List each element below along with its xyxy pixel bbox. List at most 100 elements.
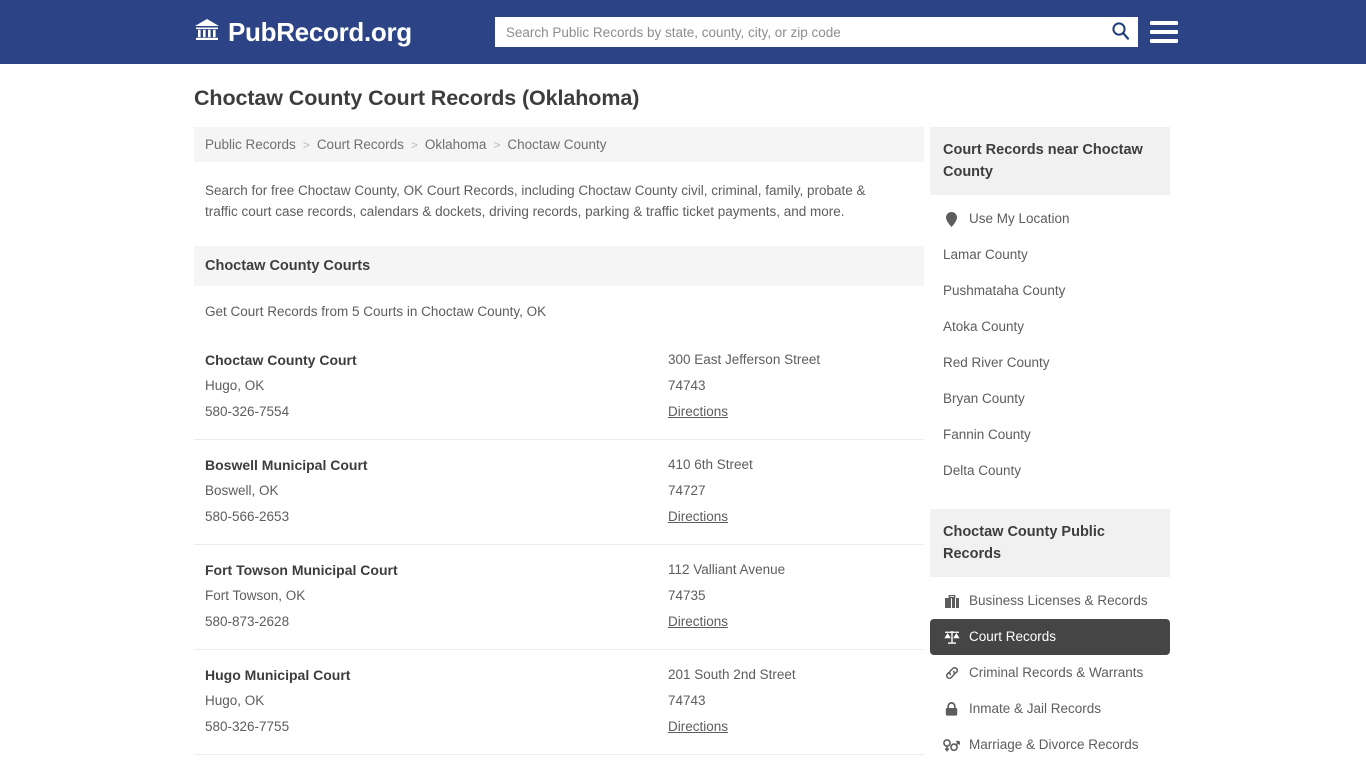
sidebar-item-inmate-jail-records[interactable]: Inmate & Jail Records: [930, 691, 1170, 727]
sidebar-item-label: Lamar County: [943, 247, 1028, 262]
directions-link[interactable]: Directions: [668, 399, 728, 425]
sidebar-item-business-licenses[interactable]: Business Licenses & Records: [930, 583, 1170, 619]
site-logo-link[interactable]: PubRecord.org: [194, 17, 412, 48]
court-address: 201 South 2nd Street: [668, 667, 796, 682]
breadcrumb-item-court-records[interactable]: Court Records: [317, 137, 404, 152]
map-pin-icon: [943, 211, 960, 227]
courts-list: Choctaw County Court Hugo, OK 580-326-75…: [194, 335, 924, 768]
court-city-state: Fort Towson, OK: [205, 588, 306, 603]
sidebar-item-label: Bryan County: [943, 391, 1025, 406]
page-title: Choctaw County Court Records (Oklahoma): [194, 86, 640, 110]
page-body: Choctaw County Court Records (Oklahoma) …: [0, 64, 1366, 768]
sidebar-item-court-records[interactable]: Court Records: [930, 619, 1170, 655]
sidebar-item-label: Court Records: [969, 629, 1057, 644]
court-city-state: Boswell, OK: [205, 483, 279, 498]
court-name: Choctaw County Court: [205, 352, 357, 368]
sidebar-item-label: Business Licenses & Records: [969, 593, 1148, 608]
search-bar[interactable]: [494, 17, 1138, 47]
sidebar-item-label: Fannin County: [943, 427, 1031, 442]
sidebar-item-label: Criminal Records & Warrants: [969, 665, 1144, 680]
breadcrumb: Public Records > Court Records > Oklahom…: [194, 127, 924, 162]
court-phone: 580-326-7554: [205, 404, 290, 419]
court-phone: 580-873-2628: [205, 614, 290, 629]
court-city-state: Hugo, OK: [205, 693, 265, 708]
page-intro-text: Search for free Choctaw County, OK Court…: [205, 183, 866, 219]
briefcase-icon: [943, 594, 960, 608]
court-name: Boswell Municipal Court: [205, 457, 368, 473]
sidebar-item-use-my-location[interactable]: Use My Location: [930, 201, 1170, 237]
public-records-panel: Choctaw County Public Records Business L…: [930, 509, 1170, 768]
sidebar-item-lamar-county[interactable]: Lamar County: [930, 237, 1170, 273]
search-input[interactable]: [494, 17, 1104, 47]
site-header: PubRecord.org: [0, 0, 1366, 64]
court-details: Fort Towson Municipal Court Fort Towson,…: [205, 557, 668, 635]
breadcrumb-separator: >: [493, 137, 501, 152]
court-address: 410 6th Street: [668, 457, 753, 472]
padlock-icon: [943, 702, 960, 716]
breadcrumb-item-oklahoma[interactable]: Oklahoma: [425, 137, 487, 152]
court-zip: 74743: [668, 693, 706, 708]
court-details: Hugo Municipal Court Hugo, OK 580-326-77…: [205, 662, 668, 740]
nearby-records-list: Use My Location Lamar County Pushmataha …: [930, 195, 1170, 489]
main-content-column: Public Records > Court Records > Oklahom…: [194, 127, 924, 768]
breadcrumb-item-choctaw-county[interactable]: Choctaw County: [507, 137, 606, 152]
sidebar-item-label: Atoka County: [943, 319, 1025, 334]
court-phone: 580-326-7755: [205, 719, 290, 734]
sidebar-item-label: Pushmataha County: [943, 283, 1066, 298]
court-zip: 74743: [668, 378, 706, 393]
court-zip: 74735: [668, 588, 706, 603]
sidebar-item-criminal-records[interactable]: Criminal Records & Warrants: [930, 655, 1170, 691]
sidebar-item-label: Delta County: [943, 463, 1022, 478]
court-name: Fort Towson Municipal Court: [205, 562, 398, 578]
court-address: 300 East Jefferson Street: [668, 352, 821, 367]
site-brand-name: PubRecord.org: [228, 16, 412, 47]
court-address: 112 Valliant Avenue: [668, 562, 786, 577]
breadcrumb-separator: >: [410, 137, 418, 152]
court-details: Boswell Municipal Court Boswell, OK 580-…: [205, 452, 668, 530]
sidebar-item-fannin-county[interactable]: Fannin County: [930, 417, 1170, 453]
courts-section-header: Choctaw County Courts: [194, 246, 924, 286]
content-columns: Public Records > Court Records > Oklahom…: [194, 127, 1170, 768]
table-row: Hugo Municipal Court Hugo, OK 580-326-77…: [194, 649, 924, 754]
nearby-records-panel: Court Records near Choctaw County Use My…: [930, 127, 1170, 489]
gender-symbols-icon: [943, 738, 960, 752]
balance-scale-icon: [943, 630, 960, 644]
sidebar-item-label: Marriage & Divorce Records: [969, 737, 1139, 752]
court-address-block: 201 South 2nd Street 74743 Directions: [668, 662, 913, 740]
sidebar-item-delta-county[interactable]: Delta County: [930, 453, 1170, 489]
breadcrumb-separator: >: [302, 137, 310, 152]
court-address-block: 410 6th Street 74727 Directions: [668, 452, 913, 530]
bank-institution-icon: [194, 18, 220, 47]
nearby-records-title: Court Records near Choctaw County: [930, 127, 1170, 195]
breadcrumb-item-public-records[interactable]: Public Records: [205, 137, 296, 152]
search-icon: [1111, 21, 1130, 43]
court-phone: 580-566-2653: [205, 509, 290, 524]
search-button[interactable]: [1104, 17, 1138, 47]
header-right-group: [494, 17, 1178, 47]
sidebar-item-marriage-divorce-records[interactable]: Marriage & Divorce Records: [930, 727, 1170, 763]
chain-link-icon: [943, 666, 960, 680]
sidebar-item-red-river-county[interactable]: Red River County: [930, 345, 1170, 381]
table-row: Choctaw County Court Hugo, OK 580-326-75…: [194, 335, 924, 439]
public-records-title: Choctaw County Public Records: [930, 509, 1170, 577]
hamburger-menu-icon[interactable]: [1149, 21, 1178, 43]
directions-link[interactable]: Directions: [668, 609, 728, 635]
court-name: Hugo Municipal Court: [205, 667, 351, 683]
court-zip: 74727: [668, 483, 706, 498]
courts-section-subtitle: Get Court Records from 5 Courts in Choct…: [205, 304, 547, 319]
table-row: Fort Towson Municipal Court Fort Towson,…: [194, 544, 924, 649]
court-address-block: 300 East Jefferson Street 74743 Directio…: [668, 347, 913, 425]
table-row: Sawyer Municipal Court Hugo, OK 580-326-…: [194, 754, 924, 768]
table-row: Boswell Municipal Court Boswell, OK 580-…: [194, 439, 924, 544]
directions-link[interactable]: Directions: [668, 714, 728, 740]
sidebar-item-pushmataha-county[interactable]: Pushmataha County: [930, 273, 1170, 309]
sidebar-item-bryan-county[interactable]: Bryan County: [930, 381, 1170, 417]
court-details: Choctaw County Court Hugo, OK 580-326-75…: [205, 347, 668, 425]
public-records-list: Business Licenses & Records Court Record…: [930, 577, 1170, 768]
directions-link[interactable]: Directions: [668, 504, 728, 530]
sidebar-item-atoka-county[interactable]: Atoka County: [930, 309, 1170, 345]
sidebar-item-label: Inmate & Jail Records: [969, 701, 1102, 716]
court-city-state: Hugo, OK: [205, 378, 265, 393]
sidebar-item-label: Use My Location: [969, 211, 1070, 226]
sidebar-item-property-records[interactable]: Property Records: [930, 763, 1170, 768]
